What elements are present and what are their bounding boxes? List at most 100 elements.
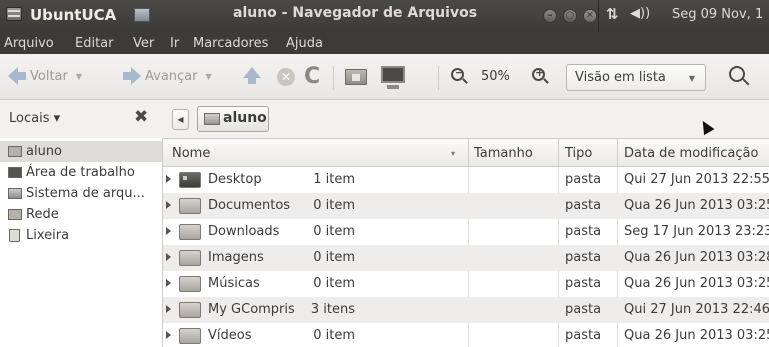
file-size: 0 item: [313, 328, 355, 343]
file-type: pasta: [565, 172, 602, 187]
clock[interactable]: Seg 09 Nov, 1: [672, 7, 763, 22]
mouse-cursor-icon: [697, 117, 715, 136]
app-name[interactable]: UbuntUCA: [30, 6, 116, 24]
table-row[interactable]: Músicas 0 item pasta Qua 26 Jun 2013 03:…: [163, 271, 769, 297]
sidebar: aluno Área de trabalho Sistema de arqu..…: [0, 138, 163, 347]
forward-arrow-icon: [131, 67, 141, 85]
file-list: Nome ▾ Tamanho Tipo Data de modificação …: [163, 138, 769, 347]
home-icon[interactable]: [345, 69, 367, 85]
close-button[interactable]: ✕: [583, 9, 597, 23]
folder-icon: [179, 276, 201, 292]
file-name: Desktop: [208, 172, 262, 187]
menu-ajuda[interactable]: Ajuda: [286, 36, 323, 51]
column-date-header[interactable]: Data de modificação: [624, 146, 758, 161]
stop-icon[interactable]: ✕: [277, 68, 295, 86]
places-dropdown[interactable]: Locais ▾: [9, 111, 60, 126]
zoom-level[interactable]: 50%: [481, 69, 510, 84]
file-size: 0 item: [313, 250, 355, 265]
toolbar-divider: [438, 66, 439, 90]
sidebar-item-label: Área de trabalho: [26, 165, 135, 180]
file-name: Downloads: [208, 224, 280, 239]
search-icon[interactable]: [729, 66, 745, 86]
file-date: Qua 26 Jun 2013 03:25: [624, 198, 769, 213]
sidebar-item-desktop[interactable]: Área de trabalho: [0, 162, 162, 183]
expander-arrow-icon[interactable]: [166, 175, 171, 183]
menu-marcadores[interactable]: Marcadores: [193, 36, 268, 51]
maximize-button[interactable]: ○: [563, 9, 577, 23]
expander-arrow-icon[interactable]: [166, 201, 171, 209]
chevron-down-icon[interactable]: ▼: [76, 72, 82, 81]
column-name-header[interactable]: Nome: [172, 146, 210, 161]
table-row[interactable]: Imagens 0 item pasta Qua 26 Jun 2013 03:…: [163, 245, 769, 271]
back-label: Voltar: [30, 68, 68, 84]
file-type: pasta: [565, 276, 602, 291]
file-name: Vídeos: [208, 328, 252, 343]
path-button-aluno[interactable]: aluno: [197, 106, 269, 132]
up-arrow-icon[interactable]: [243, 67, 261, 84]
column-size-header[interactable]: Tamanho: [474, 146, 533, 161]
table-row[interactable]: My GCompris 3 itens pasta Qui 27 Jun 201…: [163, 297, 769, 323]
expander-arrow-icon[interactable]: [166, 227, 171, 235]
workspace-icon[interactable]: [134, 8, 150, 22]
sidebar-item-label: Rede: [26, 207, 59, 222]
file-name: My GCompris: [208, 302, 295, 317]
home-folder-icon: [8, 146, 22, 157]
expander-arrow-icon[interactable]: [166, 279, 171, 287]
forward-button[interactable]: Avançar ▼: [123, 65, 212, 87]
forward-label: Avançar: [145, 68, 198, 84]
sidebar-item-filesystem[interactable]: Sistema de arqu...: [0, 183, 162, 204]
zoom-out-icon[interactable]: −: [451, 66, 464, 85]
file-type: pasta: [565, 302, 602, 317]
sort-arrow-icon[interactable]: ▾: [451, 149, 455, 158]
sidebar-item-label: aluno: [26, 144, 63, 159]
view-mode-select[interactable]: Visão em lista ▼: [566, 64, 706, 91]
panel-divider: [598, 0, 599, 32]
sidebar-item-network[interactable]: Rede: [0, 204, 162, 225]
file-name: Músicas: [208, 276, 260, 291]
app-menu-icon[interactable]: [6, 7, 22, 21]
minimize-button[interactable]: –: [543, 9, 557, 23]
sidebar-item-aluno[interactable]: aluno: [0, 141, 162, 162]
toolbar-divider: [333, 66, 334, 90]
file-date: Qua 26 Jun 2013 03:28: [624, 250, 769, 265]
desktop-icon: [8, 167, 22, 178]
file-size: 0 item: [313, 198, 355, 213]
table-row[interactable]: Vídeos 0 item pasta Qua 26 Jun 2013 03:2…: [163, 323, 769, 347]
list-header: Nome ▾ Tamanho Tipo Data de modificação: [163, 138, 769, 167]
chevron-down-icon[interactable]: ▼: [206, 72, 212, 81]
column-type-header[interactable]: Tipo: [565, 146, 592, 161]
computer-icon[interactable]: [381, 66, 405, 89]
path-scroll-left-button[interactable]: ◀: [172, 109, 189, 130]
path-button-label: aluno: [223, 110, 267, 126]
window-title: aluno - Navegador de Arquivos: [233, 5, 478, 21]
volume-icon[interactable]: ◀)): [630, 6, 650, 21]
file-date: Qua 26 Jun 2013 03:25: [624, 276, 769, 291]
file-type: pasta: [565, 224, 602, 239]
folder-icon: [179, 172, 201, 188]
back-arrow-icon: [8, 67, 18, 85]
sidebar-item-label: Lixeira: [26, 228, 70, 243]
close-sidebar-icon[interactable]: ✖: [134, 107, 148, 127]
file-size: 1 item: [313, 172, 355, 187]
table-row[interactable]: Downloads 0 item pasta Seg 17 Jun 2013 2…: [163, 219, 769, 245]
file-date: Qui 27 Jun 2013 22:55: [624, 172, 769, 187]
menu-ver[interactable]: Ver: [133, 36, 154, 51]
table-row[interactable]: Documentos 0 item pasta Qua 26 Jun 2013 …: [163, 193, 769, 219]
menu-ir[interactable]: Ir: [170, 36, 179, 51]
menu-arquivo[interactable]: Arquivo: [4, 36, 54, 51]
back-button[interactable]: Voltar ▼: [8, 65, 82, 87]
zoom-in-icon[interactable]: +: [532, 66, 545, 85]
folder-icon: [179, 302, 201, 318]
table-row[interactable]: Desktop 1 item pasta Qui 27 Jun 2013 22:…: [163, 167, 769, 193]
file-size: 3 itens: [310, 302, 355, 317]
expander-arrow-icon[interactable]: [166, 253, 171, 261]
expander-arrow-icon[interactable]: [166, 305, 171, 313]
network-icon[interactable]: ⇅: [606, 5, 619, 23]
reload-icon[interactable]: C: [304, 64, 320, 89]
menu-editar[interactable]: Editar: [75, 36, 114, 51]
expander-arrow-icon[interactable]: [166, 331, 171, 339]
sidebar-item-trash[interactable]: Lixeira: [0, 225, 162, 246]
folder-icon: [179, 250, 201, 266]
menu-bar: Arquivo Editar Ver Ir Marcadores Ajuda: [0, 32, 769, 54]
folder-icon: [179, 198, 201, 214]
